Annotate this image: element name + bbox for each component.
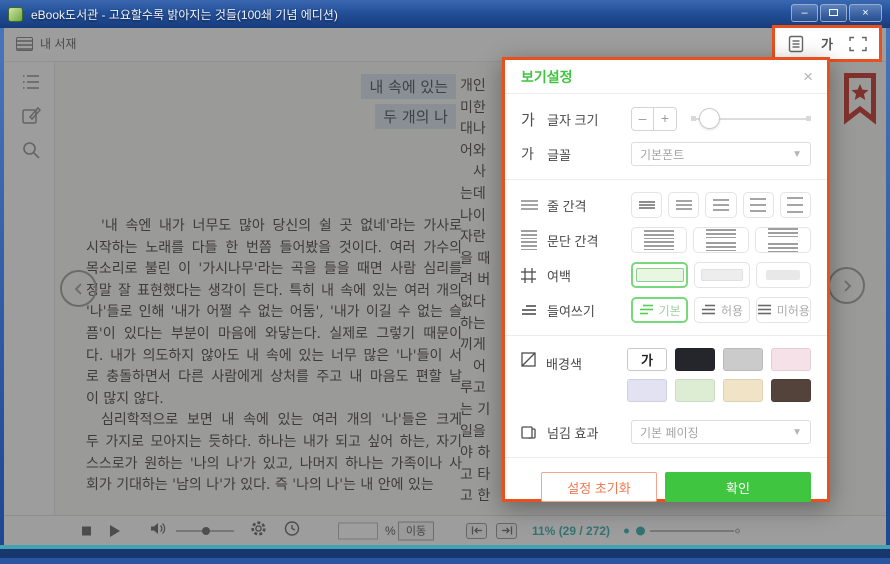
divider [505, 457, 827, 458]
page-effect-select[interactable]: 기본 페이징 ▼ [631, 420, 811, 444]
bg-swatch-pink[interactable] [771, 348, 811, 371]
font-size-increase-button[interactable]: + [654, 108, 676, 130]
indent-option-default-label: 기본 [659, 302, 681, 319]
fullscreen-icon[interactable] [848, 34, 868, 54]
bg-swatch-brown[interactable] [771, 379, 811, 402]
font-family-value: 기본폰트 [640, 146, 684, 163]
page-effect-row: 넘김 효과 기본 페이징 ▼ [521, 419, 811, 445]
indent-option-allow-label: 허용 [721, 302, 743, 319]
bg-swatch-lavender[interactable] [627, 379, 667, 402]
bg-swatch-green[interactable] [675, 379, 715, 402]
confirm-button[interactable]: 확인 [665, 472, 811, 502]
margin-option-1[interactable] [631, 262, 688, 288]
font-family-label: 글꼴 [547, 145, 631, 164]
font-size-decrease-button[interactable]: – [632, 108, 654, 130]
bg-swatch-white[interactable]: 가 [627, 348, 667, 371]
panel-close-icon[interactable]: × [803, 68, 813, 85]
maximize-icon [829, 9, 838, 16]
bg-swatch-dark[interactable] [675, 348, 715, 371]
indent-icon [521, 304, 547, 317]
font-size-slider-thumb[interactable] [699, 108, 720, 129]
divider [505, 179, 827, 180]
indent-row: 들여쓰기 기본 허용 미허용 [521, 297, 811, 323]
viewer-document-icon[interactable] [786, 34, 806, 54]
chevron-down-icon: ▼ [792, 427, 802, 438]
panel-action-buttons: 설정 초기화 확인 [521, 470, 811, 502]
paragraph-spacing-row: 문단 간격 [521, 227, 811, 253]
ebook-app-window: eBook도서관 - 고요할수록 밝아지는 것들(100쇄 기념 에디션) – … [0, 0, 890, 564]
margin-label: 여백 [547, 266, 631, 285]
window-frame-bottom [0, 545, 890, 564]
line-spacing-row: 줄 간격 [521, 192, 811, 218]
page-effect-value: 기본 페이징 [640, 424, 699, 441]
indent-option-disallow[interactable]: 미허용 [756, 297, 811, 323]
paragraph-spacing-option-2[interactable] [693, 227, 749, 253]
line-spacing-option-3[interactable] [705, 192, 736, 218]
line-spacing-option-2[interactable] [668, 192, 699, 218]
font-family-row: 가 글꼴 기본폰트 ▼ [521, 141, 811, 167]
font-family-icon: 가 [521, 144, 547, 164]
slider-min-stop [691, 116, 696, 121]
window-title: eBook도서관 - 고요할수록 밝아지는 것들(100쇄 기념 에디션) [31, 6, 338, 23]
page-effect-label: 넘김 효과 [547, 423, 631, 442]
paragraph-spacing-label: 문단 간격 [547, 231, 631, 250]
indent-option-default[interactable]: 기본 [631, 297, 688, 323]
background-color-icon [521, 352, 546, 367]
font-size-row: 가 글자 크기 – + [521, 106, 811, 132]
line-spacing-option-4[interactable] [743, 192, 774, 218]
line-spacing-icon [521, 200, 547, 210]
bg-swatch-cream[interactable] [723, 379, 763, 402]
indent-option-disallow-label: 미허용 [777, 302, 810, 319]
view-settings-font-icon[interactable]: 가 [817, 34, 837, 54]
view-settings-panel: 보기설정 × 가 글자 크기 – + [502, 57, 830, 502]
margin-icon [521, 268, 547, 283]
page-effect-icon [521, 425, 547, 440]
font-size-label: 글자 크기 [547, 110, 631, 129]
maximize-button[interactable] [820, 4, 847, 22]
font-size-slider[interactable] [691, 108, 811, 130]
font-size-stepper: – + [631, 107, 677, 131]
margin-option-2[interactable] [694, 262, 749, 288]
reset-settings-button[interactable]: 설정 초기화 [541, 472, 657, 502]
line-spacing-label: 줄 간격 [547, 196, 631, 215]
paragraph-spacing-option-1[interactable] [631, 227, 687, 253]
margin-option-3[interactable] [756, 262, 811, 288]
background-color-row: 배경색 가 [521, 348, 811, 410]
font-family-select[interactable]: 기본폰트 ▼ [631, 142, 811, 166]
app-icon [8, 7, 23, 22]
paragraph-spacing-option-3[interactable] [755, 227, 811, 253]
divider [505, 335, 827, 336]
background-color-label: 배경색 [546, 354, 627, 373]
font-size-icon: 가 [521, 109, 547, 130]
title-bar: eBook도서관 - 고요할수록 밝아지는 것들(100쇄 기념 에디션) – … [0, 0, 890, 28]
margin-row: 여백 [521, 262, 811, 288]
line-spacing-option-1[interactable] [631, 192, 662, 218]
line-spacing-option-5[interactable] [780, 192, 811, 218]
close-button[interactable]: × [849, 4, 882, 22]
bg-swatch-gray[interactable] [723, 348, 763, 371]
window-controls: – × [791, 4, 882, 22]
minimize-button[interactable]: – [791, 4, 818, 22]
panel-title: 보기설정 [521, 67, 573, 87]
paragraph-spacing-icon [521, 230, 547, 250]
indent-label: 들여쓰기 [547, 301, 631, 320]
indent-option-allow[interactable]: 허용 [694, 297, 749, 323]
panel-header: 보기설정 × [505, 60, 827, 94]
slider-max-stop [806, 116, 811, 121]
chevron-down-icon: ▼ [792, 149, 802, 160]
